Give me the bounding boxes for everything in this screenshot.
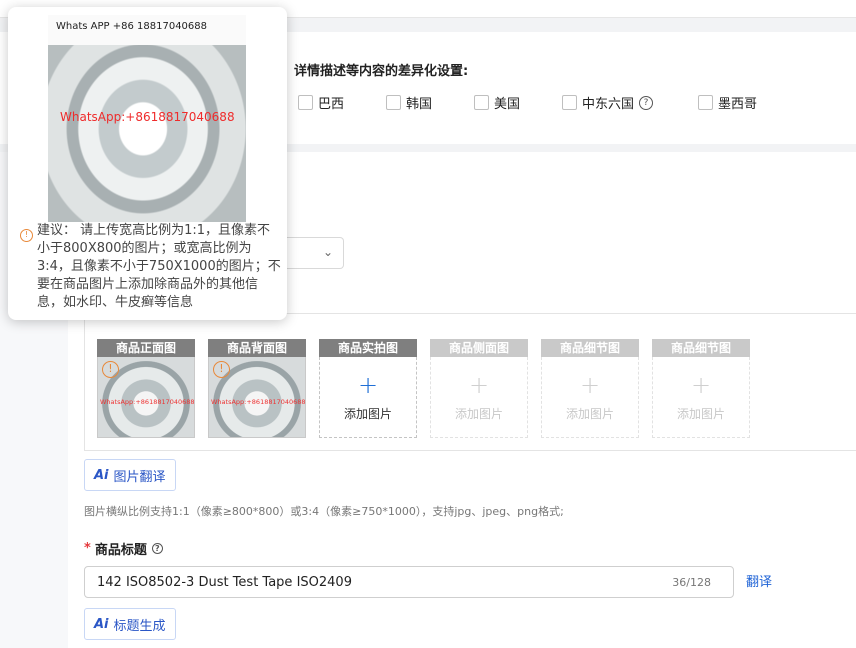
image-top-text: Whats APP +86 18817040688 bbox=[56, 21, 208, 32]
add-image-label: 添加图片 bbox=[676, 406, 725, 421]
country-label: 墨西哥 bbox=[718, 97, 758, 112]
plus-icon: + bbox=[468, 370, 490, 399]
slot-title: 商品细节图 bbox=[652, 339, 750, 357]
photo-watermark: WhatsApp:+8618817040688 bbox=[211, 398, 306, 406]
checkbox-box[interactable] bbox=[298, 95, 313, 110]
slot-title: 商品正面图 bbox=[97, 339, 195, 357]
plus-icon: + bbox=[690, 370, 712, 399]
country-checkbox-brazil[interactable]: 巴西 bbox=[298, 93, 344, 112]
product-title-input[interactable]: 142 ISO8502-3 Dust Test Tape ISO2409 36/… bbox=[84, 566, 734, 598]
image-slot-side: 商品侧面图 + 添加图片 bbox=[430, 339, 528, 438]
checkbox-box[interactable] bbox=[386, 95, 401, 110]
country-checkbox-mexico[interactable]: 墨西哥 bbox=[698, 93, 757, 112]
char-count: 36/128 bbox=[672, 575, 711, 589]
checkbox-box[interactable] bbox=[562, 95, 577, 110]
button-label: 图片翻译 bbox=[113, 469, 166, 485]
product-title-label: * 商品标题 ? bbox=[84, 539, 163, 558]
image-slot-back[interactable]: 商品背面图 ! WhatsApp:+8618817040688 bbox=[208, 339, 306, 438]
question-circle-icon[interactable]: ? bbox=[151, 543, 163, 554]
add-image-area[interactable]: + 添加图片 bbox=[319, 357, 417, 438]
slot-title: 商品实拍图 bbox=[319, 339, 417, 357]
add-image-label: 添加图片 bbox=[343, 406, 392, 421]
country-label: 中东六国 bbox=[582, 97, 635, 112]
label-text: 商品标题 bbox=[94, 543, 147, 558]
button-label: 标题生成 bbox=[113, 618, 166, 634]
country-checkbox-usa[interactable]: 美国 bbox=[474, 93, 520, 112]
image-slot-detail-1: 商品细节图 + 添加图片 bbox=[541, 339, 639, 438]
differentiation-title: 详情描述等内容的差异化设置: bbox=[294, 64, 469, 79]
plus-icon: + bbox=[357, 370, 379, 399]
add-image-area-disabled: + 添加图片 bbox=[430, 357, 528, 438]
add-image-area-disabled: + 添加图片 bbox=[541, 357, 639, 438]
plus-icon: + bbox=[579, 370, 601, 399]
country-label: 韩国 bbox=[406, 97, 433, 112]
product-photo[interactable]: ! WhatsApp:+8618817040688 bbox=[97, 357, 195, 438]
checkbox-box[interactable] bbox=[698, 95, 713, 110]
image-watermark: WhatsApp:+8618817040688 bbox=[60, 110, 235, 124]
add-image-label: 添加图片 bbox=[454, 406, 503, 421]
image-slot-detail-2: 商品细节图 + 添加图片 bbox=[652, 339, 750, 438]
title-translate-link[interactable]: 翻译 bbox=[746, 571, 772, 590]
sample-product-image: Whats APP +86 18817040688 WhatsApp:+8618… bbox=[48, 15, 246, 222]
required-mark: * bbox=[84, 541, 91, 556]
warning-icon[interactable]: ! bbox=[102, 361, 119, 378]
image-slot-real-shot[interactable]: 商品实拍图 + 添加图片 bbox=[319, 339, 417, 438]
title-value[interactable]: 142 ISO8502-3 Dust Test Tape ISO2409 bbox=[97, 575, 352, 590]
image-guideline-tooltip: Whats APP +86 18817040688 WhatsApp:+8618… bbox=[8, 7, 287, 320]
tooltip-text: 建议： 请上传宽高比例为1:1，且像素不小于800X800的图片；或宽高比例为3… bbox=[37, 223, 281, 310]
chevron-down-icon: ⌄ bbox=[322, 245, 333, 259]
country-checkbox-middle-east[interactable]: 中东六国 ? bbox=[562, 93, 654, 112]
photo-watermark: WhatsApp:+8618817040688 bbox=[100, 398, 195, 406]
slot-title: 商品侧面图 bbox=[430, 339, 528, 357]
slot-title: 商品背面图 bbox=[208, 339, 306, 357]
country-label: 美国 bbox=[494, 97, 521, 112]
ai-icon: Ai bbox=[94, 467, 109, 483]
image-slot-front[interactable]: 商品正面图 ! WhatsApp:+8618817040688 bbox=[97, 339, 195, 438]
slot-title: 商品细节图 bbox=[541, 339, 639, 357]
image-format-hint: 图片横纵比例支持1:1（像素≥800*800）或3:4（像素≥750*1000）… bbox=[84, 505, 564, 518]
product-photo[interactable]: ! WhatsApp:+8618817040688 bbox=[208, 357, 306, 438]
warning-icon: ! bbox=[20, 229, 33, 242]
question-circle-icon[interactable]: ? bbox=[639, 95, 654, 110]
checkbox-box[interactable] bbox=[474, 95, 489, 110]
ai-icon: Ai bbox=[94, 616, 109, 632]
image-translate-button[interactable]: Ai 图片翻译 bbox=[84, 459, 176, 491]
add-image-area-disabled: + 添加图片 bbox=[652, 357, 750, 438]
title-generate-button[interactable]: Ai 标题生成 bbox=[84, 608, 176, 640]
warning-icon[interactable]: ! bbox=[213, 361, 230, 378]
add-image-label: 添加图片 bbox=[565, 406, 614, 421]
country-checkbox-korea[interactable]: 韩国 bbox=[386, 93, 432, 112]
country-label: 巴西 bbox=[318, 97, 345, 112]
